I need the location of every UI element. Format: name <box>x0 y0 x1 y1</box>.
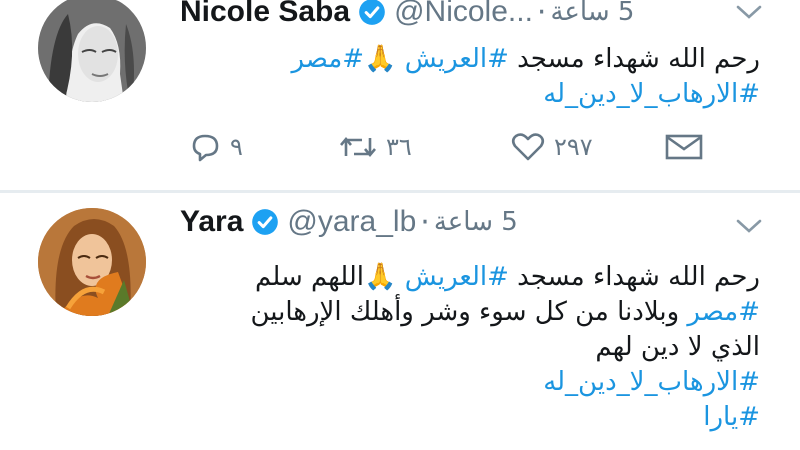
tweet-text-line: رحم الله شهداء مسجد #العريش 🙏#مصر <box>180 42 760 77</box>
like-icon <box>511 133 545 161</box>
tweet-header: Yara @yara_lb · 5 ساعة <box>180 202 518 242</box>
reply-count: ٩ <box>230 133 243 161</box>
tweet-divider <box>0 190 800 193</box>
direct-message-button[interactable] <box>664 132 712 162</box>
like-button[interactable]: ٢٩٧ <box>510 132 593 162</box>
reply-button[interactable]: ٩ <box>188 132 243 162</box>
user-handle[interactable]: @yara_lb <box>287 205 416 239</box>
tweet-text-segment: وبلادنا من كل سوء وشر وأهلك الإرهابين <box>250 297 688 327</box>
hashtag-link[interactable]: #الارهاب_لا_دين_له <box>543 79 760 109</box>
verified-icon <box>359 0 385 25</box>
separator-dot: · <box>536 0 547 30</box>
display-name[interactable]: Nicole Saba <box>180 0 350 29</box>
tweet-text-line: #الارهاب_لا_دين_له <box>180 77 760 112</box>
verified-icon <box>252 209 279 235</box>
avatar[interactable] <box>38 0 146 102</box>
timestamp[interactable]: 5 ساعة <box>550 0 634 27</box>
timestamp[interactable]: 5 ساعة <box>434 207 518 237</box>
tweet-text-line: الذي لا دين لهم <box>160 330 760 365</box>
tweet-text-segment: 🙏 <box>364 44 405 74</box>
retweet-icon <box>340 136 376 158</box>
chevron-down-icon[interactable] <box>734 2 764 22</box>
avatar-image <box>38 0 146 102</box>
hashtag-link[interactable]: #العريش <box>405 262 509 292</box>
chevron-down-icon[interactable] <box>734 216 764 236</box>
tweet-text-line: #مصر وبلادنا من كل سوء وشر وأهلك الإرهاب… <box>160 295 760 330</box>
like-count: ٢٩٧ <box>554 133 593 161</box>
tweet-text-segment: رحم الله شهداء مسجد <box>508 44 760 74</box>
tweet-text: رحم الله شهداء مسجد #العريش 🙏#مصر #الارها… <box>180 42 760 112</box>
tweet-text-segment: 🙏 <box>364 262 405 292</box>
tweet-header: Nicole Saba @Nicole... · 5 ساعة <box>180 0 634 32</box>
avatar[interactable] <box>38 208 146 316</box>
direct-message-icon <box>665 134 703 160</box>
tweet-text-segment: الذي لا دين لهم <box>595 332 760 362</box>
retweet-count: ٣٦ <box>386 133 412 161</box>
reply-icon <box>192 134 219 162</box>
tweet-text-line: #الارهاب_لا_دين_له <box>160 365 760 400</box>
retweet-button[interactable]: ٣٦ <box>338 132 412 162</box>
tweet-yara[interactable]: Yara @yara_lb · 5 ساعة رحم الله شهداء مس… <box>0 194 800 450</box>
separator-dot: · <box>420 204 430 240</box>
tweet-text: رحم الله شهداء مسجد #العريش 🙏اللهم سلم #م… <box>160 260 760 435</box>
hashtag-link[interactable]: #مصر <box>291 44 364 74</box>
hashtag-link[interactable]: #يارا <box>703 402 760 432</box>
display-name[interactable]: Yara <box>180 205 243 239</box>
avatar-image <box>38 208 146 316</box>
tweet-actions: ٩ ٣٦ ٢٩٧ <box>180 132 740 172</box>
hashtag-link[interactable]: #مصر <box>687 297 760 327</box>
tweet-text-line: #يارا <box>160 400 760 435</box>
tweet-nicole-saba[interactable]: Nicole Saba @Nicole... · 5 ساعة رحم الله… <box>0 0 800 190</box>
hashtag-link[interactable]: #العريش <box>405 44 509 74</box>
user-handle[interactable]: @Nicole... <box>394 0 533 29</box>
tweet-text-line: رحم الله شهداء مسجد #العريش 🙏اللهم سلم <box>160 260 760 295</box>
tweet-text-segment: رحم الله شهداء مسجد <box>508 262 760 292</box>
tweet-text-segment: اللهم سلم <box>255 262 365 292</box>
hashtag-link[interactable]: #الارهاب_لا_دين_له <box>543 367 760 397</box>
